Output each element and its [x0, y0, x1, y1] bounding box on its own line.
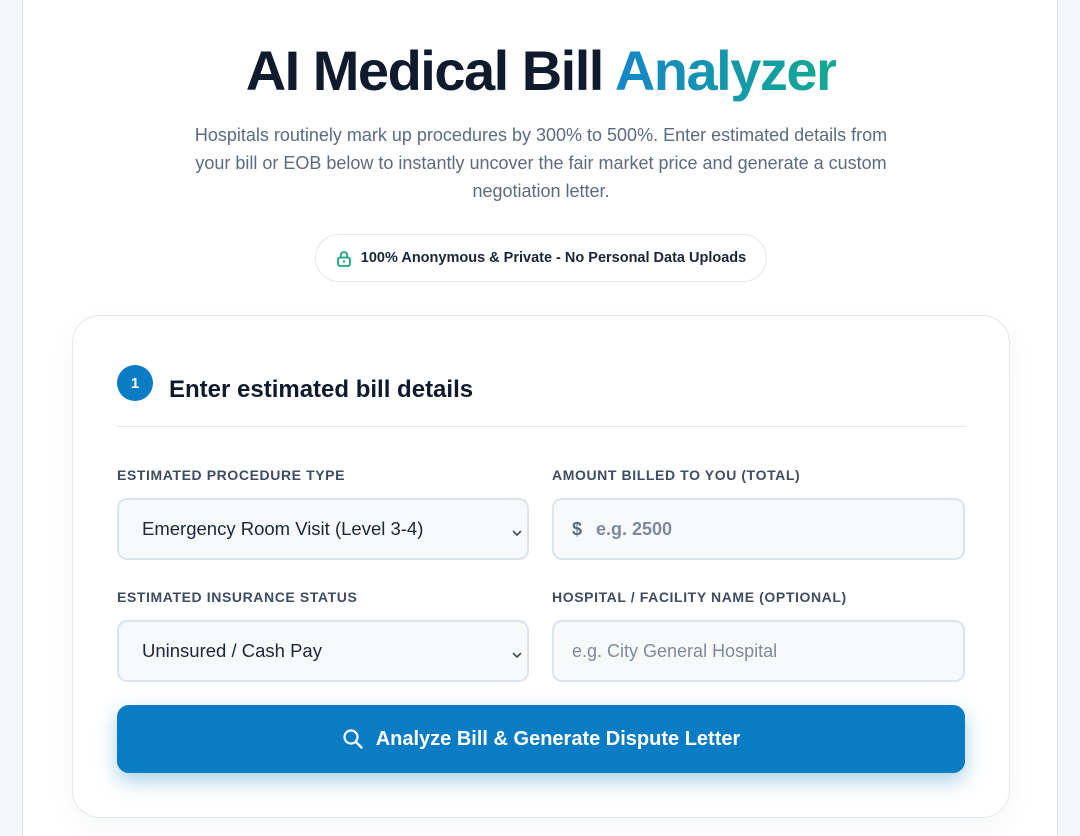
privacy-badge-text: 100% Anonymous & Private - No Personal D…	[360, 250, 747, 266]
bill-details-card: 1 Enter estimated bill details ESTIMATED…	[72, 315, 1010, 818]
hospital-name-placeholder: e.g. City General Hospital	[572, 640, 778, 661]
procedure-type-label: ESTIMATED PROCEDURE TYPE	[117, 467, 346, 483]
step-number-badge: 1	[117, 365, 153, 401]
privacy-badge: 100% Anonymous & Private - No Personal D…	[315, 234, 767, 282]
amount-billed-label: AMOUNT BILLED TO YOU (TOTAL)	[552, 467, 801, 483]
search-icon	[342, 728, 364, 750]
hospital-name-label: HOSPITAL / FACILITY NAME (OPTIONAL)	[552, 589, 847, 605]
page-title: AI Medical Bill Analyzer	[23, 38, 1059, 104]
page-container: AI Medical Bill Analyzer Hospitals routi…	[22, 0, 1058, 836]
lock-icon	[336, 250, 352, 267]
step-title: Enter estimated bill details	[169, 376, 474, 403]
page-title-main: AI Medical Bill	[245, 39, 605, 102]
currency-symbol: $	[572, 518, 583, 539]
hospital-name-input[interactable]: e.g. City General Hospital	[552, 620, 965, 682]
analyze-bill-button-label: Analyze Bill & Generate Dispute Letter	[375, 727, 741, 750]
analyze-bill-button[interactable]: Analyze Bill & Generate Dispute Letter	[117, 705, 965, 773]
insurance-status-value: Uninsured / Cash Pay	[142, 640, 322, 661]
page-subtitle: Hospitals routinely mark up procedures b…	[194, 125, 888, 201]
chevron-down-icon	[511, 522, 523, 544]
insurance-status-select[interactable]: Uninsured / Cash Pay	[117, 620, 529, 682]
amount-billed-input[interactable]: $ e.g. 2500	[552, 498, 965, 560]
card-divider	[117, 426, 966, 427]
chevron-down-icon	[511, 644, 523, 666]
insurance-status-label: ESTIMATED INSURANCE STATUS	[117, 589, 358, 605]
procedure-type-value: Emergency Room Visit (Level 3-4)	[142, 518, 424, 539]
amount-billed-placeholder: e.g. 2500	[596, 518, 673, 539]
page-title-accent: Analyzer	[614, 39, 838, 102]
procedure-type-select[interactable]: Emergency Room Visit (Level 3-4)	[117, 498, 529, 560]
